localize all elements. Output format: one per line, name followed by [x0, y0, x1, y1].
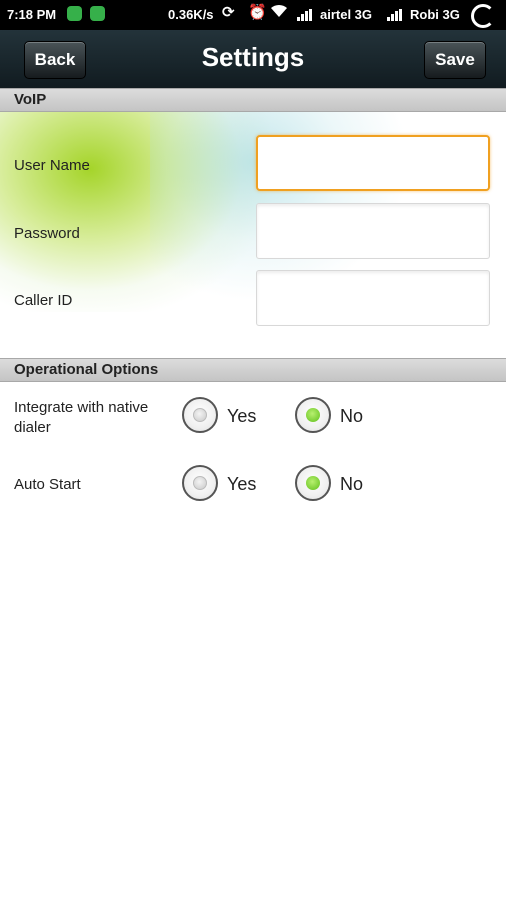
title-bar: Back Settings Save [0, 30, 506, 89]
radio-dot-icon [306, 476, 320, 490]
integrate-dialer-no-radio[interactable] [295, 397, 331, 433]
integrate-dialer-yes-label[interactable]: Yes [227, 406, 256, 427]
integrate-dialer-label: Integrate with native dialer [14, 399, 149, 436]
section-header-voip: VoIP [0, 88, 506, 112]
radio-dot-icon [306, 408, 320, 422]
signal-icon [387, 9, 403, 21]
auto-start-yes-label[interactable]: Yes [227, 474, 256, 495]
user-name-label: User Name [14, 157, 90, 174]
wifi-icon [270, 4, 288, 23]
password-input[interactable] [256, 203, 490, 259]
carrier-name-2: Robi 3G [410, 7, 460, 22]
battery-icon [471, 4, 495, 28]
save-button[interactable]: Save [424, 41, 486, 79]
integrate-dialer-no-label[interactable]: No [340, 406, 363, 427]
status-time: 7:18 PM [7, 7, 57, 22]
carrier-name-1: airtel 3G [320, 7, 373, 22]
status-bar: 7:18 PM 0.36K/s ⟳ ⏰ airtel 3G Robi 3G [0, 0, 506, 30]
radio-dot-icon [193, 408, 207, 422]
auto-start-yes-radio[interactable] [182, 465, 218, 501]
user-name-input[interactable] [256, 135, 490, 191]
auto-start-label: Auto Start [14, 476, 81, 493]
caller-id-input[interactable] [256, 270, 490, 326]
password-label: Password [14, 225, 80, 242]
caller-id-label: Caller ID [14, 292, 73, 309]
radio-dot-icon [193, 476, 207, 490]
leaf-icon [90, 6, 105, 21]
signal-icon [297, 9, 313, 21]
auto-start-no-radio[interactable] [295, 465, 331, 501]
alarm-icon: ⏰ [248, 4, 267, 21]
app-notification-icon [67, 6, 82, 21]
network-speed: 0.36K/s [168, 7, 214, 22]
section-header-operational-options: Operational Options [0, 358, 506, 382]
integrate-dialer-yes-radio[interactable] [182, 397, 218, 433]
auto-start-no-label[interactable]: No [340, 474, 363, 495]
sync-icon: ⟳ [222, 4, 235, 21]
